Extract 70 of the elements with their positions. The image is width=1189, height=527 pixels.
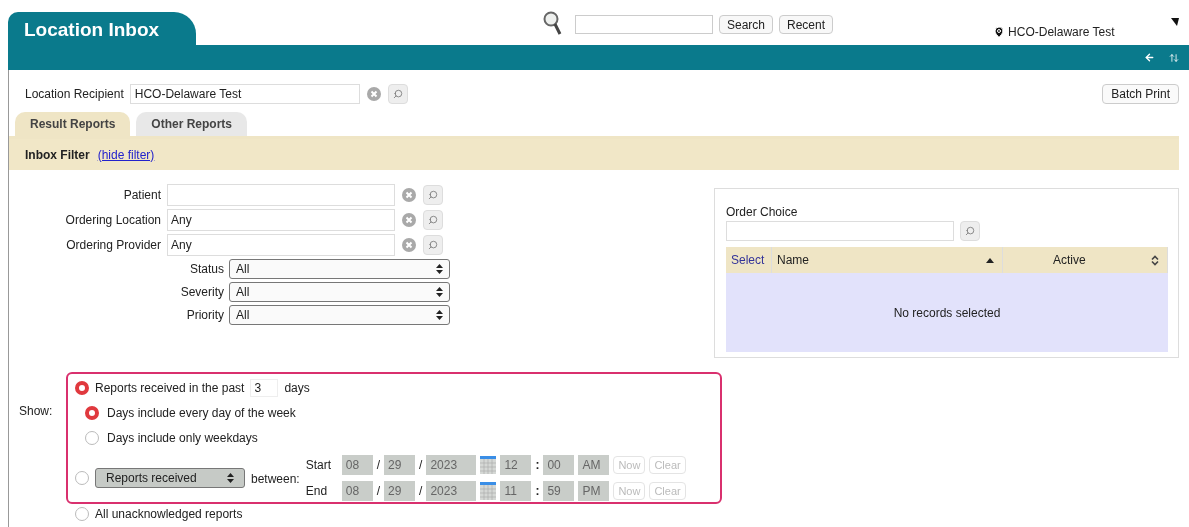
filter-title: Inbox Filter [25, 146, 90, 164]
separator: / [419, 483, 423, 500]
field-label: Severity [179, 284, 224, 301]
field-label: Patient [122, 188, 161, 202]
current-location[interactable]: HCO-Delaware Test [1008, 23, 1115, 41]
lookup-field[interactable] [167, 184, 395, 206]
batch-print-button[interactable]: Batch Print [1102, 84, 1179, 104]
separator: / [376, 457, 381, 474]
search-button[interactable] [960, 221, 980, 241]
search-button[interactable] [387, 84, 408, 104]
field-label: Location Recipient [25, 86, 124, 103]
search-button[interactable] [423, 235, 443, 255]
option-label: Days include only weekdays [107, 430, 258, 447]
search-icon [428, 240, 438, 250]
search-button[interactable] [423, 185, 443, 205]
select-arrows-icon [436, 264, 443, 274]
recent-button[interactable]: Recent [779, 14, 834, 34]
clear-icon[interactable] [365, 86, 382, 102]
hide-filter-link[interactable]: (hide filter) [97, 145, 155, 164]
recipient-field[interactable]: HCO-Delaware Test [129, 84, 360, 104]
radio-button[interactable] [85, 431, 99, 445]
select-field[interactable]: All [229, 305, 450, 325]
lookup-field[interactable]: Any [167, 234, 395, 256]
search-icon [392, 89, 403, 99]
lookup-field[interactable]: Any [167, 209, 395, 231]
search-icon [428, 215, 438, 225]
field-label: Ordering Provider [65, 238, 161, 252]
field-label: Priority [185, 307, 224, 324]
separator: : [535, 457, 540, 474]
clear-icon[interactable] [401, 187, 417, 203]
radio-button[interactable] [75, 381, 89, 395]
field-label: Ordering Location [64, 213, 161, 227]
days-field[interactable]: 3 [250, 379, 279, 397]
separator: / [376, 483, 381, 500]
search-button[interactable] [423, 210, 443, 230]
clear-icon[interactable] [401, 237, 417, 253]
arrow-left-icon[interactable] [1144, 52, 1155, 63]
search-icon [965, 226, 975, 236]
select-arrows-icon [227, 473, 234, 483]
separator: / [419, 457, 423, 474]
tab[interactable]: Result Reports [15, 112, 131, 136]
search-button[interactable]: Search [719, 14, 774, 34]
search-icon [428, 190, 438, 200]
field-label: Order Choice [726, 204, 799, 221]
option-label: Reports received in the past [95, 380, 245, 397]
empty-message: No records selected [893, 304, 1001, 322]
order-choice-field[interactable] [726, 221, 954, 241]
page-title: Location Inbox [8, 12, 196, 45]
tab[interactable]: Other Reports [136, 112, 248, 136]
select-arrows-icon [436, 287, 443, 297]
row-label: End [305, 483, 329, 500]
location-pin-icon [993, 26, 1006, 38]
select-arrows-icon [436, 310, 443, 320]
radio-button[interactable] [75, 507, 89, 521]
dropdown-caret-icon[interactable] [1171, 18, 1179, 26]
search-field[interactable] [575, 14, 713, 34]
field-label: Status [188, 261, 224, 278]
option-label: Days include every day of the week [107, 405, 296, 422]
radio-button[interactable] [85, 406, 99, 420]
show-label: Show: [18, 403, 54, 420]
unit-label: days [284, 380, 310, 397]
row-label: Start [305, 457, 333, 474]
separator: : [535, 483, 540, 500]
clear-icon[interactable] [401, 212, 417, 228]
magnifier-icon[interactable] [543, 11, 563, 37]
arrows-vertical-icon[interactable] [1169, 52, 1179, 63]
select-field[interactable]: All [229, 282, 450, 302]
option-label: All unacknowledged reports [95, 507, 243, 521]
between-label: between: [251, 470, 300, 488]
select-field[interactable]: All [229, 259, 450, 279]
